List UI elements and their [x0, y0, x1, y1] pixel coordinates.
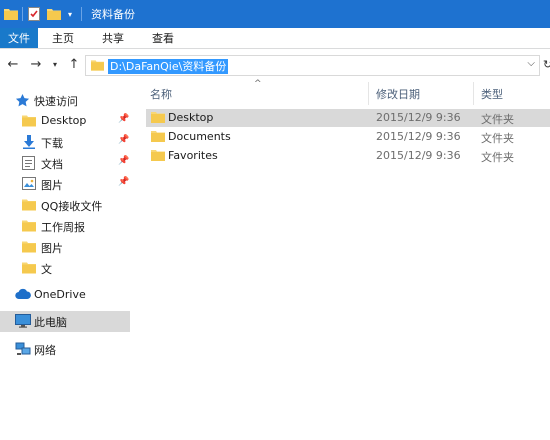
column-name-label: 名称 — [150, 87, 172, 101]
column-divider[interactable] — [368, 82, 369, 105]
folder-icon — [91, 59, 104, 74]
nav-label: 文档 — [41, 158, 63, 171]
column-header-type[interactable]: 类型 — [481, 82, 541, 105]
pictures-icon — [22, 177, 38, 192]
new-folder-icon[interactable] — [46, 6, 62, 22]
toolbar-separator — [22, 7, 23, 21]
column-header-name[interactable]: 名称 — [150, 82, 365, 105]
file-row-documents[interactable]: Documents 2015/12/9 9:36 文件夹 — [146, 128, 550, 146]
file-name: Favorites — [168, 149, 218, 162]
properties-icon[interactable] — [26, 6, 42, 22]
file-name: Documents — [168, 130, 231, 143]
address-path[interactable]: D:\DaFanQie\资料备份 — [108, 59, 229, 74]
nav-label: 快速访问 — [34, 95, 78, 108]
tab-view[interactable]: 查看 — [138, 28, 188, 48]
pin-icon: 📌 — [118, 135, 130, 145]
sidebar-item-network[interactable]: 网络 — [0, 339, 130, 360]
column-modified-label: 修改日期 — [376, 87, 420, 101]
folder-icon — [22, 114, 38, 129]
sidebar-item-qq-files[interactable]: QQ接收文件 — [0, 195, 130, 216]
window-title: 资料备份 — [91, 8, 135, 21]
file-modified: 2015/12/9 9:36 — [376, 149, 461, 162]
up-arrow-icon[interactable]: ↑ — [66, 57, 82, 73]
folder-icon — [151, 111, 165, 124]
toolbar-separator — [81, 7, 82, 21]
file-row-favorites[interactable]: Favorites 2015/12/9 9:36 文件夹 — [146, 147, 550, 165]
address-bar[interactable]: D:\DaFanQie\资料备份 ⌵ — [85, 55, 540, 76]
file-name: Desktop — [168, 111, 214, 124]
nav-label: Desktop — [41, 114, 87, 127]
refresh-icon[interactable]: ↻ — [543, 58, 550, 71]
navigation-pane: 快速访问 Desktop 📌 下载 📌 文档 📌 图片 📌 QQ接收文件 工作周… — [0, 82, 140, 440]
column-header-modified[interactable]: 修改日期 — [376, 82, 471, 105]
folder-icon — [151, 130, 165, 143]
file-type: 文件夹 — [481, 132, 514, 145]
nav-label: 此电脑 — [34, 316, 67, 329]
star-icon — [15, 93, 31, 108]
nav-label: QQ接收文件 — [41, 200, 103, 213]
tab-file[interactable]: 文件 — [0, 28, 38, 48]
folder-icon — [22, 219, 38, 234]
pin-icon: 📌 — [118, 177, 130, 187]
nav-quick-access[interactable]: 快速访问 — [0, 90, 130, 111]
chevron-down-icon[interactable]: ⌵ — [527, 58, 535, 69]
network-icon — [15, 342, 31, 357]
download-icon — [22, 135, 38, 150]
cloud-icon — [15, 288, 31, 303]
ribbon-tabs: 文件 主页 共享 查看 — [0, 28, 550, 49]
folder-icon — [22, 240, 38, 255]
nav-label: 工作周报 — [41, 221, 85, 234]
file-row-desktop[interactable]: Desktop 2015/12/9 9:36 文件夹 — [146, 109, 550, 127]
column-divider[interactable] — [473, 82, 474, 105]
pin-icon: 📌 — [118, 156, 130, 166]
sidebar-item-pictures-folder[interactable]: 图片 — [0, 237, 130, 258]
folder-icon — [22, 261, 38, 276]
file-modified: 2015/12/9 9:36 — [376, 111, 461, 124]
file-type: 文件夹 — [481, 151, 514, 164]
title-bar: ▾ 资料备份 — [0, 0, 550, 28]
address-row: ← → ▾ ↑ D:\DaFanQie\资料备份 ⌵ ↻ — [0, 49, 550, 82]
tab-share[interactable]: 共享 — [88, 28, 138, 48]
file-modified: 2015/12/9 9:36 — [376, 130, 461, 143]
nav-label: 文 — [41, 263, 52, 276]
back-arrow-icon[interactable]: ← — [5, 57, 21, 73]
sidebar-item-weekly-report[interactable]: 工作周报 — [0, 216, 130, 237]
customize-toolbar-icon[interactable]: ▾ — [62, 6, 78, 22]
folder-icon — [22, 198, 38, 213]
folder-icon — [151, 149, 165, 162]
nav-label: 图片 — [41, 179, 63, 192]
nav-label: 图片 — [41, 242, 63, 255]
tab-home[interactable]: 主页 — [38, 28, 88, 48]
nav-label: OneDrive — [34, 288, 86, 301]
recent-locations-icon[interactable]: ▾ — [47, 57, 63, 73]
sidebar-item-documents[interactable]: 文档 📌 — [0, 153, 130, 174]
computer-icon — [15, 314, 31, 329]
forward-arrow-icon[interactable]: → — [28, 57, 44, 73]
nav-label: 网络 — [34, 344, 56, 357]
nav-label: 下载 — [41, 137, 63, 150]
sidebar-item-this-pc[interactable]: 此电脑 — [0, 311, 130, 332]
file-type: 文件夹 — [481, 113, 514, 126]
sidebar-item-pictures[interactable]: 图片 📌 — [0, 174, 130, 195]
folder-icon[interactable] — [3, 6, 19, 22]
pin-icon: 📌 — [118, 114, 130, 124]
column-type-label: 类型 — [481, 87, 503, 101]
documents-icon — [22, 156, 38, 171]
sidebar-item-downloads[interactable]: 下载 📌 — [0, 132, 130, 153]
sidebar-item-wen[interactable]: 文 — [0, 258, 130, 279]
sidebar-item-onedrive[interactable]: OneDrive — [0, 285, 130, 306]
sidebar-item-desktop[interactable]: Desktop 📌 — [0, 111, 130, 132]
